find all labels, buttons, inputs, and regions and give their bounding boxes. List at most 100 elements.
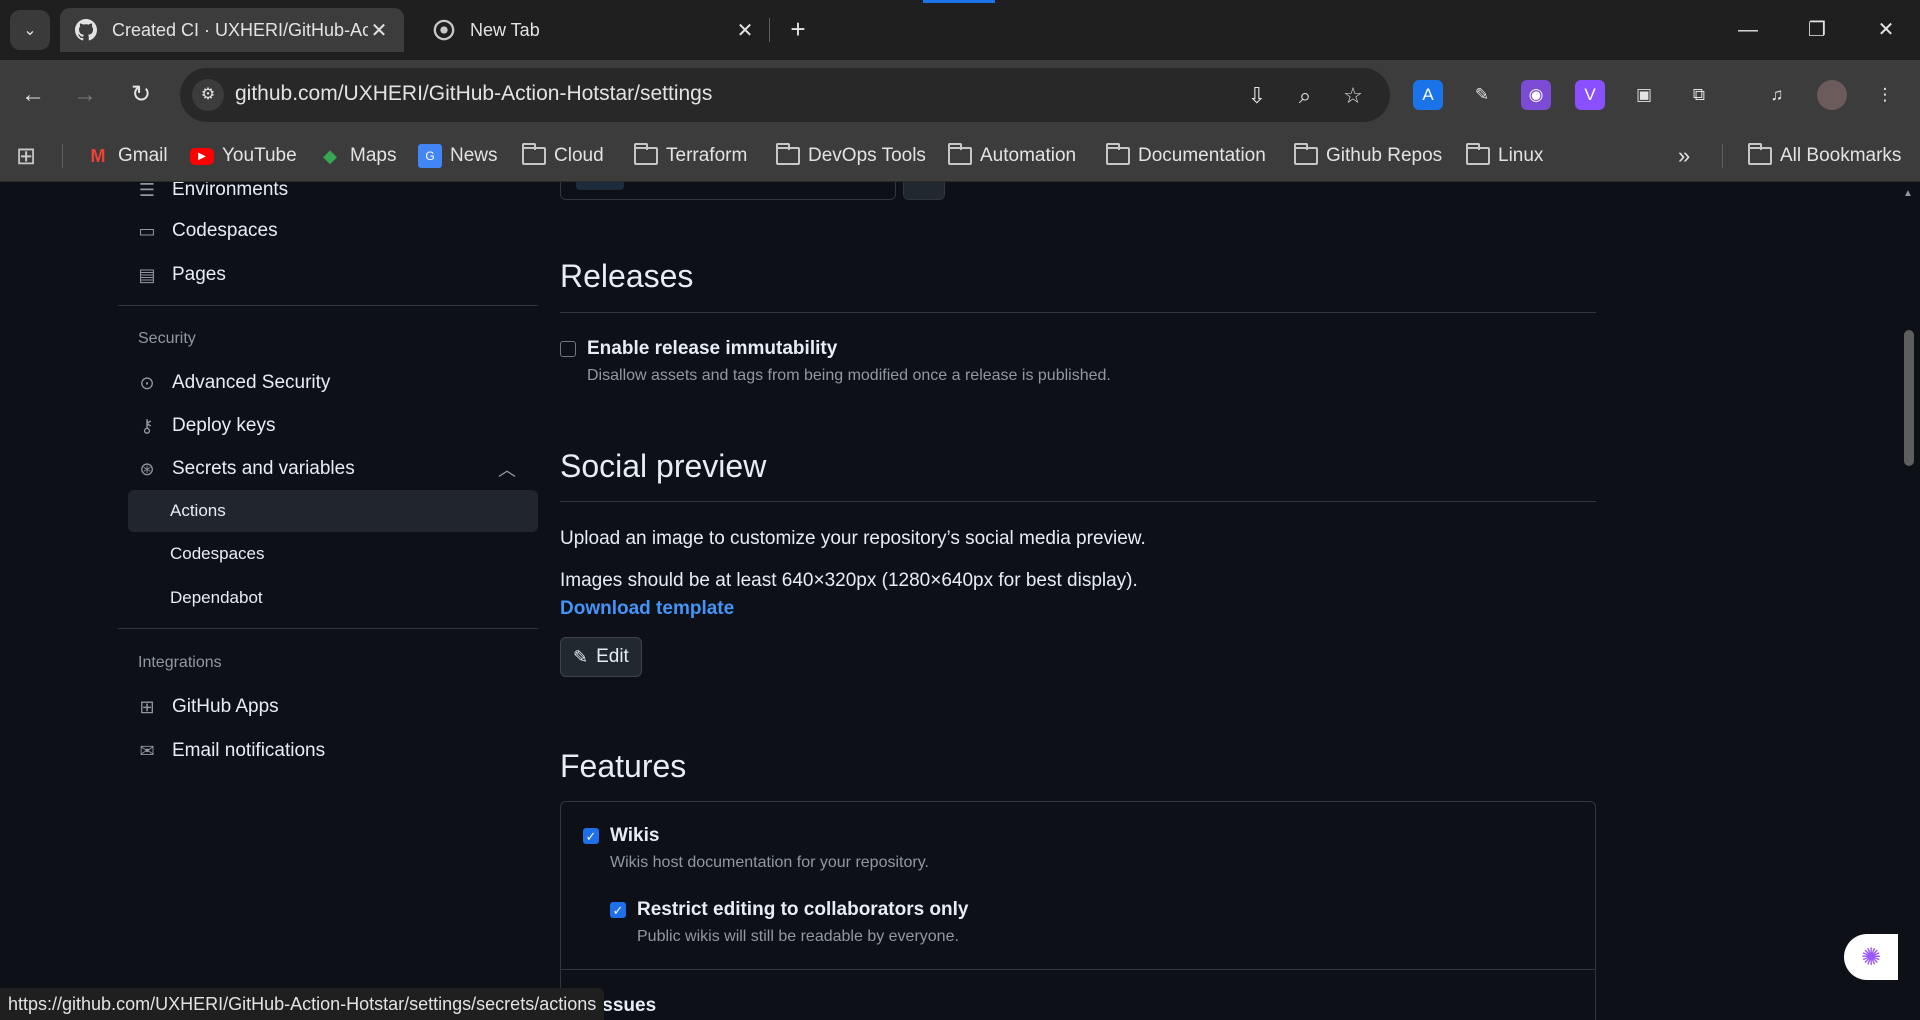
scroll-up-icon[interactable]: ▲ xyxy=(1903,188,1913,199)
codescan-icon: ⊙ xyxy=(139,372,155,393)
features-heading: Features xyxy=(560,748,687,784)
sidebar-item-pages[interactable]: ▤ Pages xyxy=(118,255,538,295)
bookmark-star-icon[interactable]: ☆ xyxy=(1338,81,1368,111)
sidebar-item-advanced-security[interactable]: ⊙ Advanced Security xyxy=(118,363,538,403)
page-scrollbar[interactable]: ▲ xyxy=(1898,182,1920,1020)
install-app-icon[interactable]: ⇩ xyxy=(1242,81,1272,111)
bookmark-news[interactable]: G News xyxy=(418,130,498,182)
folder-icon xyxy=(522,143,546,168)
social-preview-text-2: Images should be at least 640×320px (128… xyxy=(560,570,1138,591)
extensions-puzzle-icon[interactable]: ⧉ xyxy=(1684,80,1714,110)
sidebar-item-label: Codespaces xyxy=(172,220,278,241)
sidebar-item-github-apps[interactable]: ⊞ GitHub Apps xyxy=(118,687,538,727)
apps-grid-icon[interactable]: ⊞ xyxy=(16,130,36,182)
partial-button[interactable] xyxy=(903,182,945,200)
edit-button[interactable]: ✎ Edit xyxy=(560,637,642,677)
download-template-link[interactable]: Download template xyxy=(560,598,734,620)
sidebar-subitem-codespaces[interactable]: Codespaces xyxy=(128,533,538,575)
restore-button[interactable]: ❐ xyxy=(1797,14,1837,46)
window-close-button[interactable]: ✕ xyxy=(1866,14,1906,46)
scroll-thumb[interactable] xyxy=(1904,330,1914,466)
forward-button[interactable]: → xyxy=(66,76,104,114)
reload-button[interactable]: ↻ xyxy=(122,76,160,114)
folder-icon xyxy=(1748,143,1772,168)
brain-assistant-button[interactable]: ✺ xyxy=(1844,934,1898,980)
all-bookmarks[interactable]: All Bookmarks xyxy=(1748,130,1901,182)
sidebar-item-codespaces[interactable]: ▭ Codespaces xyxy=(118,211,538,251)
tab-search-button[interactable]: ⌄ xyxy=(10,10,50,50)
bookmark-label: Cloud xyxy=(554,145,604,166)
bookmark-gmail[interactable]: M Gmail xyxy=(86,130,168,182)
server-icon: ☰ xyxy=(138,182,156,200)
avatar[interactable] xyxy=(1817,80,1847,110)
key-icon: ⚷ xyxy=(140,415,154,436)
release-immutability-description: Disallow assets and tags from being modi… xyxy=(587,367,1111,384)
social-preview-text-1: Upload an image to customize your reposi… xyxy=(560,528,1146,549)
sidebar-subitem-dependabot[interactable]: Dependabot xyxy=(128,577,538,619)
bookmark-label: YouTube xyxy=(222,145,297,166)
bookmark-youtube[interactable]: ▶ YouTube xyxy=(190,130,297,182)
browser-icon: ▤ xyxy=(138,264,156,285)
sidebar-divider xyxy=(118,628,538,629)
bookmark-label: Documentation xyxy=(1138,145,1266,166)
wikis-checkbox[interactable]: ✓ xyxy=(583,828,599,844)
bookmark-cloud[interactable]: Cloud xyxy=(522,130,604,182)
release-immutability-label: Enable release immutability xyxy=(587,338,838,359)
sidebar-item-secrets-and-variables[interactable]: ⊛ Secrets and variables ︿ xyxy=(118,449,538,489)
sidebar-item-label: Pages xyxy=(172,264,226,285)
site-info-icon[interactable]: ⚙ xyxy=(192,79,224,111)
partial-chip xyxy=(576,182,624,190)
brain-icon: ✺ xyxy=(1860,943,1882,971)
tab-separator xyxy=(769,18,770,42)
restrict-editing-checkbox[interactable]: ✓ xyxy=(610,902,626,918)
bookmark-label: Linux xyxy=(1498,145,1544,166)
bookmark-terraform[interactable]: Terraform xyxy=(634,130,747,182)
address-bar[interactable]: ⚙ github.com/UXHERI/GitHub-Action-Hotsta… xyxy=(180,68,1390,122)
back-button[interactable]: ← xyxy=(14,76,52,114)
section-divider xyxy=(560,312,1596,313)
apps-icon: ⊞ xyxy=(139,696,155,717)
mail-icon: ✉ xyxy=(139,740,155,761)
tab-github-settings[interactable]: Created CI · UXHERI/GitHub-Ac ✕ xyxy=(60,8,404,52)
release-immutability-checkbox[interactable] xyxy=(560,341,576,357)
sidebar-heading-security: Security xyxy=(138,330,196,347)
menu-kebab-icon[interactable]: ⋮ xyxy=(1870,80,1900,110)
bookmarks-divider xyxy=(62,144,63,168)
sidebar-heading-integrations: Integrations xyxy=(138,654,222,671)
translate-extension-icon[interactable]: A xyxy=(1413,80,1443,110)
bookmark-devops-tools[interactable]: DevOps Tools xyxy=(776,130,926,182)
bookmark-label: Automation xyxy=(980,145,1077,166)
bookmark-documentation[interactable]: Documentation xyxy=(1106,130,1266,182)
zoom-icon[interactable]: ⌕ xyxy=(1290,81,1320,111)
tab-new-tab[interactable]: New Tab ✕ xyxy=(418,8,770,52)
new-tab-button[interactable]: + xyxy=(782,14,814,46)
tab-drag-indicator xyxy=(923,0,995,3)
tab-title: New Tab xyxy=(470,19,540,40)
bookmark-label: News xyxy=(450,145,498,166)
bookmarks-bar: ⊞ M Gmail ▶ YouTube ◆ Maps G News Cloud Terr… xyxy=(0,130,1920,182)
bookmark-label: DevOps Tools xyxy=(808,145,926,166)
bookmark-github-repos[interactable]: Github Repos xyxy=(1294,130,1442,182)
bookmark-linux[interactable]: Linux xyxy=(1466,130,1543,182)
minimize-button[interactable]: — xyxy=(1728,14,1768,46)
color-picker-extension-icon[interactable]: ✎ xyxy=(1467,80,1497,110)
github-settings-page: ☰ Environments ▭ Codespaces ▤ Pages Secu… xyxy=(0,182,1920,1020)
sidebar-item-label: Deploy keys xyxy=(172,415,276,436)
sidebar-subitem-actions[interactable]: Actions xyxy=(128,490,538,532)
more-bookmarks-icon[interactable]: » xyxy=(1678,130,1690,182)
sidebar-item-deploy-keys[interactable]: ⚷ Deploy keys xyxy=(118,406,538,446)
sidebar-item-email-notifications[interactable]: ✉ Email notifications xyxy=(118,731,538,771)
bookmark-maps[interactable]: ◆ Maps xyxy=(318,130,396,182)
url-text[interactable]: github.com/UXHERI/GitHub-Action-Hotstar/… xyxy=(235,82,712,106)
close-icon[interactable]: ✕ xyxy=(734,18,756,43)
v-extension-icon[interactable]: V xyxy=(1575,80,1605,110)
tab-title: Created CI · UXHERI/GitHub-Ac xyxy=(112,19,368,40)
close-icon[interactable]: ✕ xyxy=(368,18,390,43)
brain-extension-icon[interactable]: ◉ xyxy=(1521,80,1551,110)
image-extension-icon[interactable]: ▣ xyxy=(1629,80,1659,110)
media-control-icon[interactable]: ♫ xyxy=(1762,80,1792,110)
sidebar-item-environments[interactable]: ☰ Environments xyxy=(118,182,538,210)
pencil-icon: ✎ xyxy=(573,646,589,667)
bookmark-automation[interactable]: Automation xyxy=(948,130,1076,182)
wikis-label: Wikis xyxy=(610,825,660,846)
